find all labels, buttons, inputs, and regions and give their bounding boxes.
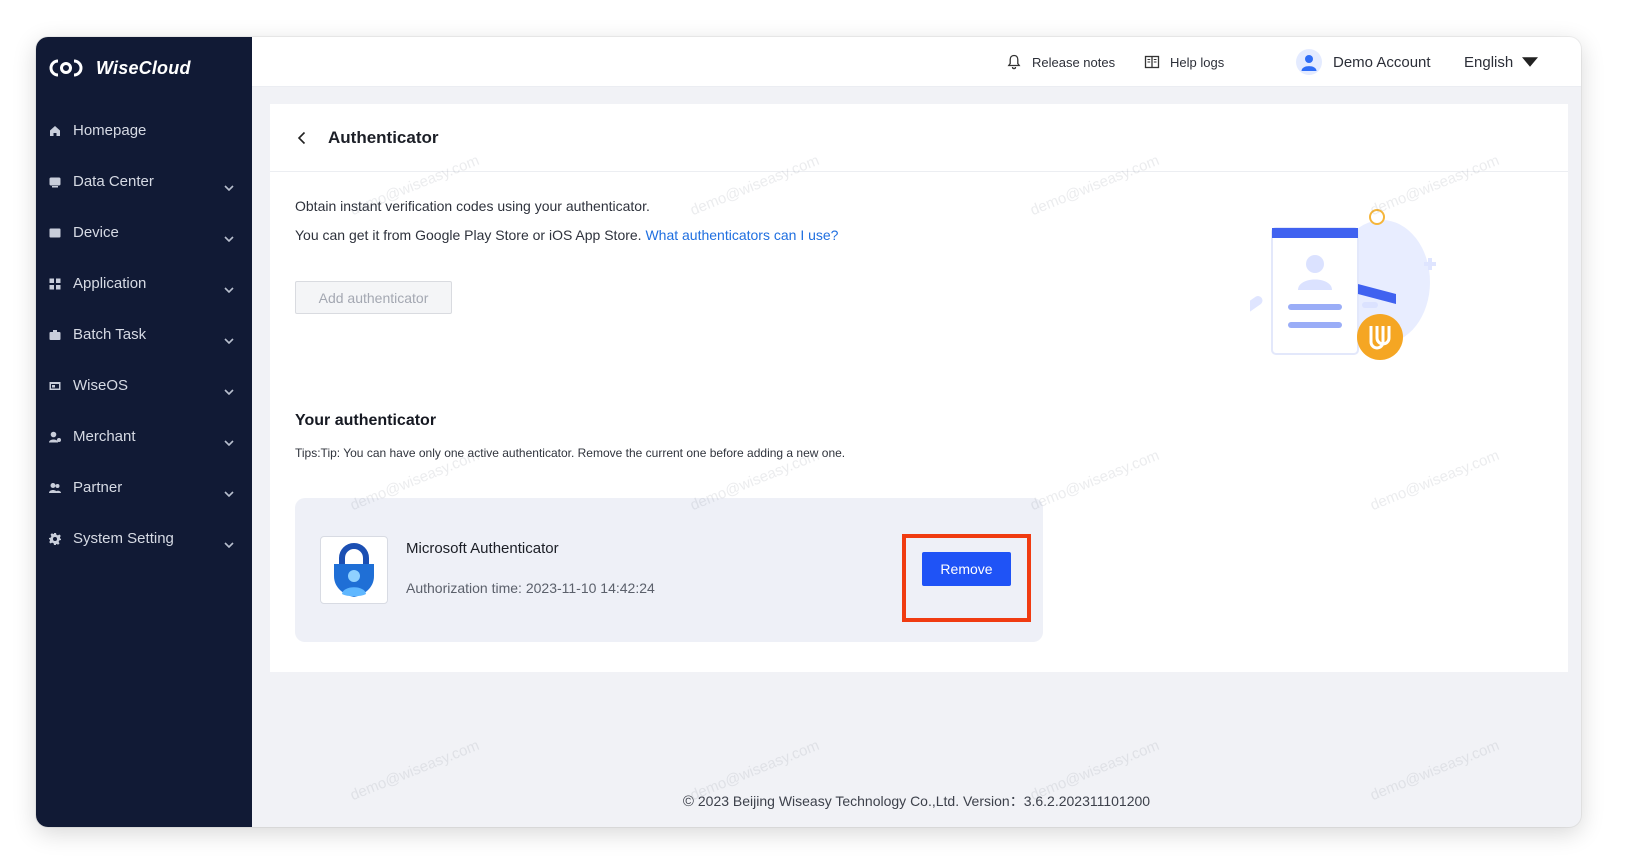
release-notes-label: Release notes	[1032, 54, 1116, 70]
chevron-down-icon	[224, 280, 234, 293]
chevron-down-icon	[224, 535, 234, 548]
page-header: Authenticator	[270, 104, 1568, 172]
chevron-down-icon	[224, 433, 234, 446]
gear-icon	[49, 532, 61, 545]
add-authenticator-button[interactable]: Add authenticator	[295, 281, 452, 314]
sidebar: WiseCloud Homepage Data Center Device Ap…	[36, 37, 252, 827]
sidebar-item-label: Partner	[73, 479, 123, 496]
chevron-down-icon	[224, 178, 234, 191]
sidebar-item-homepage[interactable]: Homepage	[36, 105, 252, 156]
sidebar-item-data-center[interactable]: Data Center	[36, 156, 252, 207]
footer-text: 2023 Beijing Wiseasy Technology Co.,Ltd.…	[697, 793, 1151, 809]
copyright-icon: ©	[682, 793, 694, 810]
section-title: Your authenticator	[295, 412, 437, 429]
sidebar-item-partner[interactable]: Partner	[36, 462, 252, 513]
sidebar-nav: Homepage Data Center Device Application …	[36, 105, 252, 564]
sidebar-item-merchant[interactable]: Merchant	[36, 411, 252, 462]
back-arrow-icon[interactable]	[294, 130, 310, 146]
sidebar-item-label: Merchant	[73, 428, 136, 445]
book-icon	[1144, 55, 1160, 69]
sidebar-item-wiseos[interactable]: WiseOS	[36, 360, 252, 411]
sidebar-item-label: Homepage	[73, 122, 147, 139]
remove-button[interactable]: Remove	[922, 552, 1011, 586]
sidebar-item-label: Device	[73, 224, 119, 241]
device-icon	[49, 227, 61, 239]
description-line-2: You can get it from Google Play Store or…	[295, 227, 838, 243]
chevron-down-icon	[224, 484, 234, 497]
chevron-down-icon	[224, 382, 234, 395]
sidebar-item-label: Application	[73, 275, 147, 292]
language-select[interactable]: English	[1464, 37, 1548, 87]
user-icon	[1301, 55, 1317, 71]
account-menu[interactable]: Demo Account	[1296, 37, 1431, 87]
microsoft-authenticator-icon	[320, 536, 388, 604]
authenticators-help-link[interactable]: What authenticators can I use?	[645, 227, 838, 243]
authenticator-illustration	[1250, 209, 1436, 360]
footer: © 2023 Beijing Wiseasy Technology Co.,Lt…	[252, 791, 1581, 811]
description-line-1: Obtain instant verification codes using …	[295, 198, 650, 214]
authenticator-name: Microsoft Authenticator	[406, 540, 559, 557]
sidebar-item-batch-task[interactable]: Batch Task	[36, 309, 252, 360]
authorization-time: Authorization time: 2023-11-10 14:42:24	[406, 580, 655, 596]
chart-icon	[49, 176, 61, 188]
sidebar-item-label: Data Center	[73, 173, 154, 190]
sidebar-item-label: System Setting	[73, 530, 174, 547]
apps-icon	[49, 278, 61, 290]
topbar: Release notes Help logs Demo Account Eng…	[252, 37, 1581, 87]
language-label: English	[1464, 53, 1514, 71]
partner-icon	[49, 482, 61, 494]
app-window: WiseCloud Homepage Data Center Device Ap…	[36, 37, 1581, 827]
sidebar-item-device[interactable]: Device	[36, 207, 252, 258]
chevron-down-icon	[224, 229, 234, 242]
briefcase-icon	[49, 329, 61, 341]
wisecloud-logo-icon	[49, 59, 83, 77]
release-notes-link[interactable]: Release notes	[1006, 37, 1115, 87]
sidebar-item-label: Batch Task	[73, 326, 147, 343]
sidebar-item-label: WiseOS	[73, 377, 129, 394]
page-title: Authenticator	[328, 127, 439, 147]
merchant-icon	[49, 431, 61, 443]
avatar	[1296, 49, 1322, 75]
bell-icon	[1007, 54, 1021, 70]
app-name: WiseCloud	[96, 57, 191, 78]
caret-down-icon	[1522, 57, 1539, 67]
authenticator-item: Microsoft Authenticator Authorization ti…	[295, 498, 1043, 642]
authenticator-panel: Authenticator Obtain instant verificatio…	[270, 104, 1568, 672]
logo[interactable]: WiseCloud	[36, 37, 252, 99]
account-name: Demo Account	[1333, 53, 1431, 71]
os-icon	[49, 380, 61, 392]
help-logs-link[interactable]: Help logs	[1144, 37, 1224, 87]
sidebar-item-application[interactable]: Application	[36, 258, 252, 309]
chevron-down-icon	[224, 331, 234, 344]
sidebar-item-system-setting[interactable]: System Setting	[36, 513, 252, 564]
home-icon	[49, 125, 61, 137]
description-text: You can get it from Google Play Store or…	[295, 227, 642, 243]
help-logs-label: Help logs	[1170, 54, 1225, 70]
tips-text: Tips:Tip: You can have only one active a…	[295, 446, 846, 460]
